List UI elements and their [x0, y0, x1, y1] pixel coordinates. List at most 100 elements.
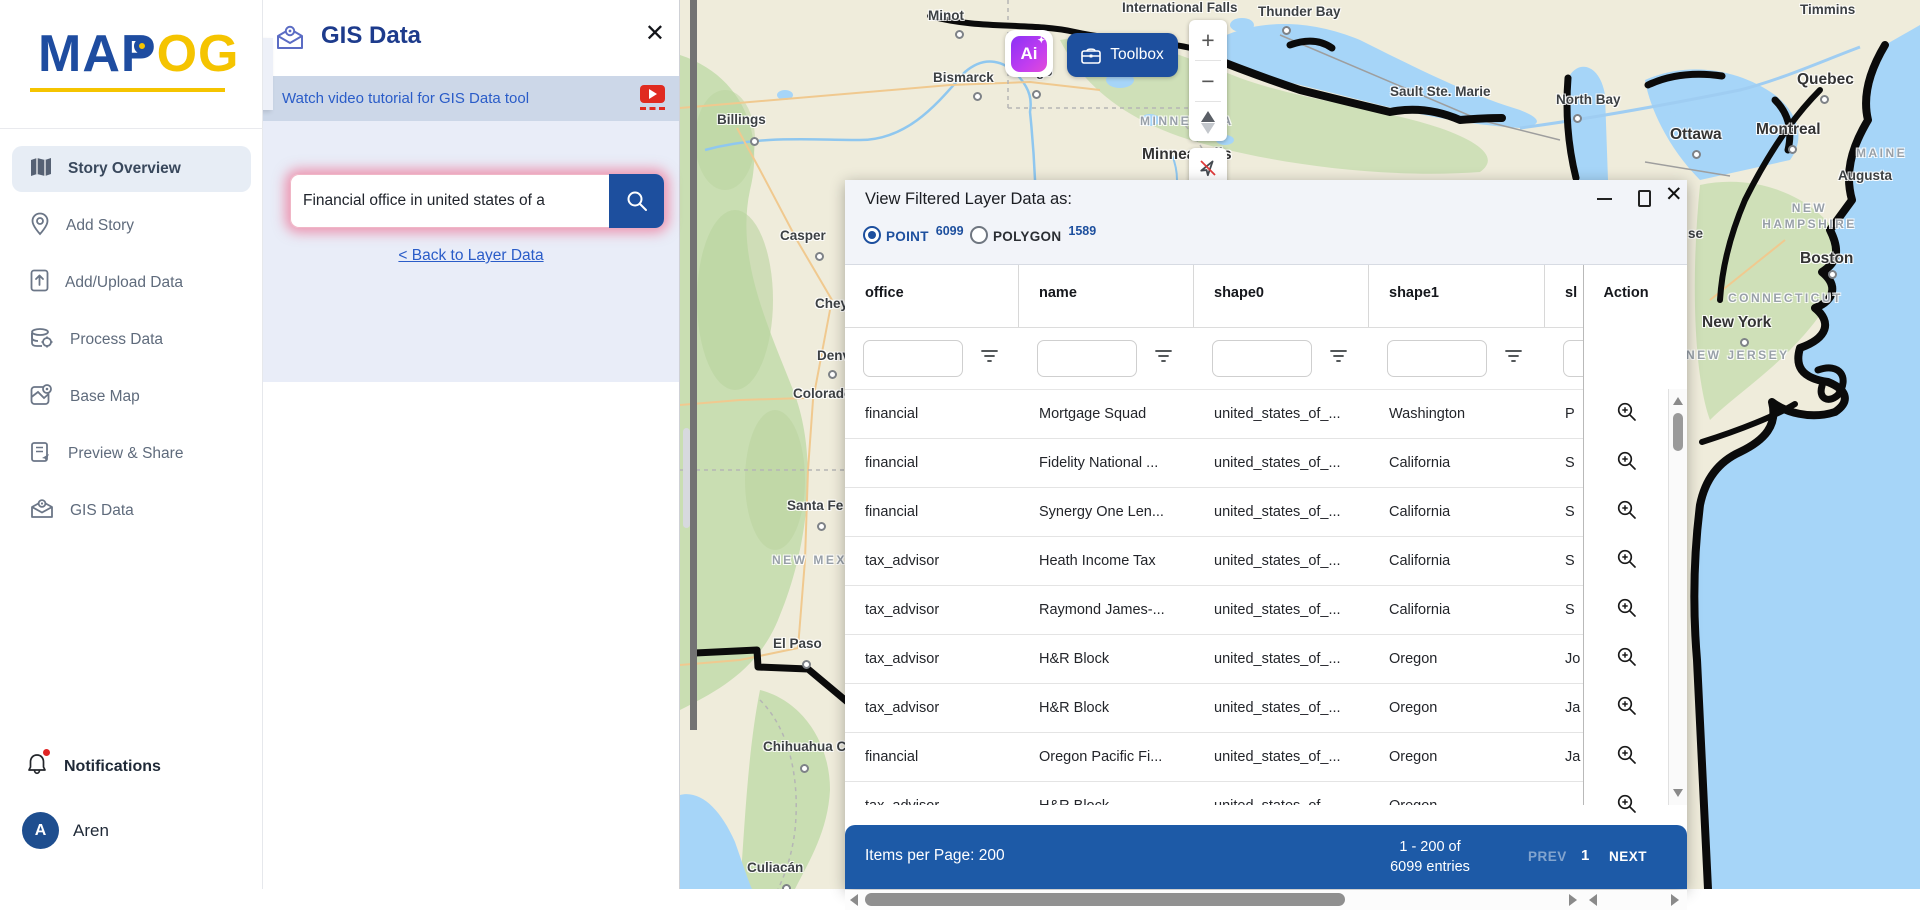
gis-data-panel: GIS Data ✕ Watch video tutorial for GIS …: [263, 0, 680, 889]
zoom-to-feature-button[interactable]: [1584, 439, 1669, 488]
filter-icon[interactable]: [981, 349, 998, 368]
zoom-to-feature-button[interactable]: [1584, 684, 1669, 733]
map-label: Sault Ste. Marie: [1390, 84, 1491, 99]
city-marker: [782, 884, 791, 889]
action-column-scrollbar[interactable]: [1583, 890, 1687, 910]
cell-shape1: Washington: [1389, 406, 1466, 422]
scroll-left-arrow[interactable]: [1589, 894, 1597, 906]
user-menu[interactable]: A Aren: [22, 812, 109, 849]
video-tutorial-banner[interactable]: Watch video tutorial for GIS Data tool: [263, 76, 679, 121]
map-label: Ottawa: [1670, 126, 1722, 143]
mapog-logo[interactable]: MAPOG: [38, 24, 239, 84]
polygon-radio-option[interactable]: POLYGON 1589: [970, 224, 1096, 244]
base-map-icon: [30, 383, 54, 411]
filter-input-name[interactable]: [1037, 340, 1137, 377]
ai-sparkle-icon: Ai: [1011, 35, 1047, 72]
sidebar-item-base-map[interactable]: Base Map: [12, 374, 251, 420]
panel-scrollbar-thumb[interactable]: [683, 428, 690, 528]
notifications-button[interactable]: Notifications: [26, 749, 161, 781]
scroll-up-arrow[interactable]: [1673, 397, 1683, 405]
minimize-icon[interactable]: [1597, 198, 1612, 200]
scroll-left-arrow[interactable]: [850, 894, 858, 906]
cell-office: tax_advisor: [845, 782, 1019, 805]
filter-input-office[interactable]: [863, 340, 963, 377]
column-header-sl: sl: [1545, 265, 1583, 327]
map-label: Augusta: [1838, 168, 1892, 183]
zoom-in-button[interactable]: +: [1189, 20, 1227, 60]
sidebar-item-story-overview[interactable]: Story Overview: [12, 146, 251, 192]
table-row[interactable]: financial Oregon Pacific Fi... united_stat…: [845, 733, 1583, 782]
filter-input-sl[interactable]: [1563, 340, 1583, 377]
table-row[interactable]: financial Mortgage Squad united_states_of_…: [845, 390, 1583, 439]
city-marker: [1740, 338, 1749, 347]
prev-page-button[interactable]: PREV: [1528, 849, 1567, 864]
filter-input-shape1[interactable]: [1387, 340, 1487, 377]
scroll-right-arrow[interactable]: [1671, 894, 1679, 906]
table-row[interactable]: financial Fidelity National ... united_sta…: [845, 439, 1583, 488]
sidebar-item-add-upload-data[interactable]: Add/Upload Data: [12, 260, 251, 306]
zoom-to-feature-button[interactable]: [1584, 586, 1669, 635]
search-icon: [627, 191, 647, 211]
city-marker: [1788, 145, 1797, 154]
sidebar-item-label: Add/Upload Data: [65, 274, 184, 291]
panel-title: GIS Data: [321, 22, 422, 49]
table-row[interactable]: tax_advisorH&R Blockunited_states_of_...…: [845, 635, 1583, 684]
point-radio-option[interactable]: POINT 6099: [863, 224, 964, 244]
horizontal-scrollbar-thumb[interactable]: [865, 893, 1345, 906]
compass-button[interactable]: [1189, 102, 1227, 142]
sidebar-item-label: Base Map: [70, 388, 140, 405]
sidebar-item-process-data[interactable]: Process Data: [12, 317, 251, 363]
zoom-out-button[interactable]: −: [1189, 61, 1227, 101]
pagination-bar: Items per Page: 200 1 - 200 of 6099 entr…: [845, 825, 1687, 889]
panel-scrollbar-track[interactable]: [690, 0, 697, 730]
filter-icon[interactable]: [1155, 349, 1172, 368]
table-row[interactable]: financial Synergy One Len... united_states…: [845, 488, 1583, 537]
sidebar-item-add-story[interactable]: Add Story: [12, 203, 251, 249]
zoom-to-feature-button[interactable]: [1584, 488, 1669, 537]
search-input[interactable]: [290, 174, 609, 228]
zoom-to-feature-button[interactable]: [1584, 390, 1669, 439]
table-row[interactable]: tax_advisor Heath Income Tax united_states…: [845, 537, 1583, 586]
filter-icon[interactable]: [1330, 349, 1347, 368]
map-label: International Falls: [1122, 0, 1238, 15]
back-to-layer-data-link[interactable]: < Back to Layer Data: [263, 247, 679, 265]
vertical-scrollbar[interactable]: [1668, 389, 1687, 805]
zoom-in-magnifier-icon: [1615, 498, 1639, 527]
zoom-to-feature-button[interactable]: [1584, 782, 1669, 831]
sidebar-item-gis-data[interactable]: GIS Data: [12, 488, 251, 534]
table-row[interactable]: tax_advisorH&R Blockunited_states_of_...…: [845, 684, 1583, 733]
cell-shape1: California: [1389, 455, 1451, 471]
ai-tools-button[interactable]: Ai: [1005, 30, 1053, 77]
current-page-number: 1: [1581, 847, 1590, 864]
avatar: A: [22, 812, 59, 849]
close-icon[interactable]: ✕: [1665, 182, 1683, 207]
cell-name: Raymond James-...: [1039, 602, 1165, 618]
cell-office: financial: [865, 749, 919, 765]
filter-input-shape0[interactable]: [1212, 340, 1312, 377]
city-marker: [973, 92, 982, 101]
map-label: Timmins: [1800, 2, 1856, 17]
point-label: POINT: [886, 229, 929, 244]
city-marker: [1032, 90, 1041, 99]
next-page-button[interactable]: NEXT: [1609, 849, 1647, 864]
sidebar-item-label: GIS Data: [70, 502, 134, 519]
maximize-icon[interactable]: [1638, 190, 1651, 207]
toolbox-button[interactable]: Toolbox: [1067, 33, 1178, 77]
city-marker: [1573, 114, 1582, 123]
table-row[interactable]: tax_advisor Raymond James-... united_state…: [845, 586, 1583, 635]
zoom-to-feature-button[interactable]: [1584, 733, 1669, 782]
zoom-in-magnifier-icon: [1615, 596, 1639, 625]
zoom-to-feature-button[interactable]: [1584, 537, 1669, 586]
scroll-down-arrow[interactable]: [1673, 789, 1683, 797]
horizontal-scrollbar[interactable]: [845, 890, 1583, 910]
zoom-to-feature-button[interactable]: [1584, 635, 1669, 684]
scroll-right-arrow[interactable]: [1569, 894, 1577, 906]
filter-icon[interactable]: [1505, 349, 1522, 368]
map-label: Bismarck: [933, 70, 994, 85]
vertical-scrollbar-thumb[interactable]: [1673, 413, 1683, 451]
sidebar-item-preview-share[interactable]: Preview & Share: [12, 431, 251, 477]
gis-data-icon: [30, 498, 54, 525]
close-icon[interactable]: ✕: [645, 22, 665, 46]
search-button[interactable]: [609, 174, 664, 228]
table-row[interactable]: tax_advisorH&R Blockunited_states_of_...…: [845, 782, 1583, 805]
